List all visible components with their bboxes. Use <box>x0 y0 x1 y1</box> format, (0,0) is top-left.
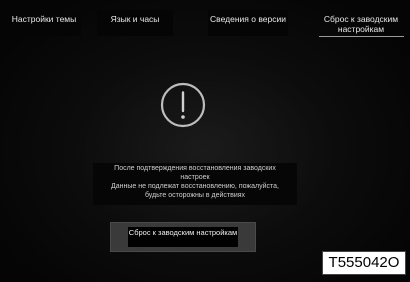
settings-tab-bar: Настройки темы Язык и часы Сведения о ве… <box>0 0 410 44</box>
selected-tab-underline <box>319 36 404 37</box>
factory-reset-button[interactable]: Сброс к заводским настройкам <box>110 222 256 252</box>
exclamation-circle-icon <box>160 82 206 128</box>
tab-language-and-clock[interactable]: Язык и часы <box>97 10 173 36</box>
factory-reset-screen: Настройки темы Язык и часы Сведения о ве… <box>0 0 410 282</box>
warning-text-line: будьте осторожны в действиях <box>144 192 246 199</box>
warning-text-line: Данные не подлежат восстановлению, пожал… <box>111 183 279 190</box>
reset-warning-message: После подтверждения восстановления завод… <box>93 163 297 205</box>
factory-reset-button-label: Сброс к заводским настройкам <box>128 227 238 247</box>
tab-factory-reset[interactable]: Сброс к заводским настройкам <box>318 10 404 36</box>
warning-text-line: настроек <box>180 174 210 181</box>
tab-version-info[interactable]: Сведения о версии <box>208 10 288 36</box>
image-code-label: T555042O <box>322 251 406 275</box>
warning-text-line: После подтверждения восстановления завод… <box>114 165 276 172</box>
tab-theme-settings[interactable]: Настройки темы <box>7 10 81 36</box>
